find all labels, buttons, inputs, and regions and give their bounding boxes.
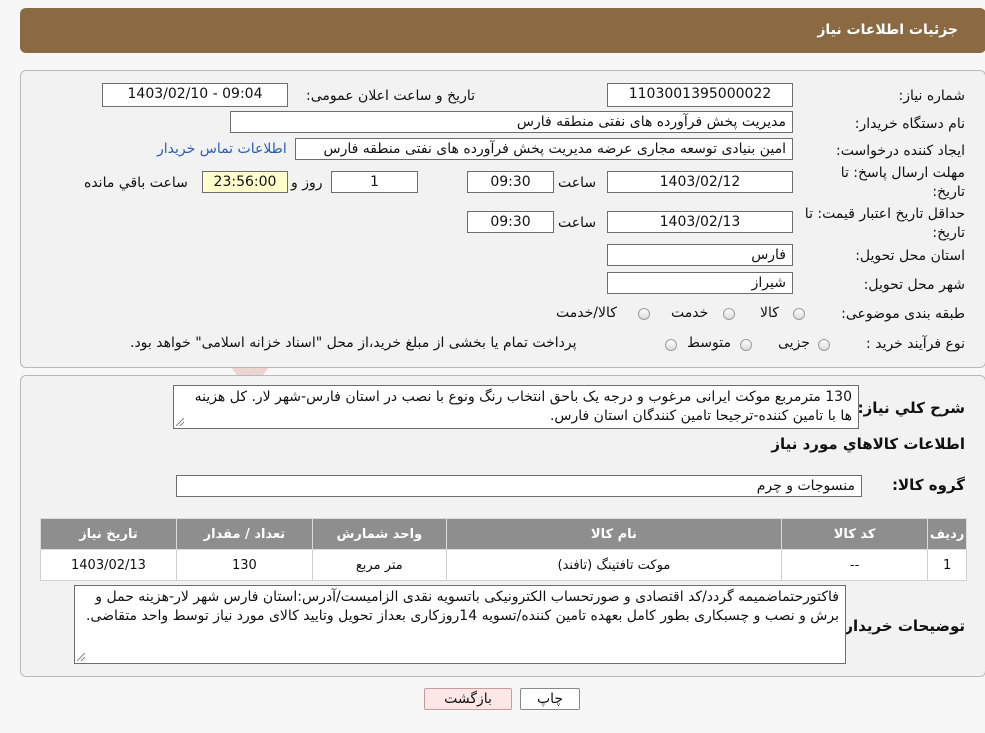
process-option-minor: جزیی bbox=[778, 335, 810, 351]
requester-field: امین بنیادی توسعه مجاری عرضه مدیریت پخش … bbox=[295, 138, 793, 160]
resize-grip-icon[interactable] bbox=[77, 653, 85, 661]
category-label: طبقه بندی موضوعی: bbox=[841, 306, 965, 322]
days-remaining-field: 1 bbox=[331, 171, 418, 193]
category-option-goods-service: کالا/خدمت bbox=[556, 305, 617, 321]
cell-need-date: 1403/02/13 bbox=[40, 549, 177, 581]
buyer-notes-text: فاکتورحتماضمیمه گردد/کد اقتصادی و صورتحس… bbox=[85, 589, 839, 624]
category-radio-goods[interactable] bbox=[793, 308, 805, 320]
cell-quantity: 130 bbox=[175, 549, 313, 581]
deadline-label: مهلت ارسال پاسخ: تا bbox=[840, 165, 965, 181]
process-option-medium: متوسط bbox=[687, 335, 731, 351]
need-number-field: 1103001395000022 bbox=[607, 83, 793, 107]
items-heading: اطلاعات کالاهاي مورد نياز bbox=[771, 435, 965, 453]
col-item-name: نام کالا bbox=[445, 518, 783, 550]
process-label: نوع فرآیند خرید : bbox=[866, 336, 965, 352]
days-label: روز و bbox=[291, 175, 323, 191]
col-quantity: تعداد / مقدار bbox=[175, 518, 313, 550]
buyer-org-field: مدیریت پخش فرآورده های نفتی منطقه فارس bbox=[230, 111, 793, 133]
cell-row-number: 1 bbox=[927, 549, 967, 581]
col-need-date: تاريخ نياز bbox=[40, 518, 177, 550]
process-radio-medium[interactable] bbox=[740, 339, 752, 351]
table-header-row: رديف کد کالا نام کالا واحد شمارش تعداد /… bbox=[40, 518, 967, 550]
province-field: فارس bbox=[607, 244, 793, 266]
back-button[interactable]: بازگشت bbox=[424, 688, 512, 710]
cell-item-code: -- bbox=[781, 549, 929, 581]
treasury-checkbox[interactable] bbox=[665, 339, 677, 351]
category-option-goods: کالا bbox=[760, 305, 779, 321]
buyer-notes-label: توضیحات خریدار: bbox=[838, 617, 965, 635]
page-header: جزئیات اطلاعات نیاز bbox=[20, 8, 985, 53]
page-title: جزئیات اطلاعات نیاز bbox=[817, 22, 958, 38]
resize-grip-icon[interactable] bbox=[176, 418, 184, 426]
process-note: پرداخت تمام یا بخشی از مبلغ خرید،از محل … bbox=[130, 335, 577, 351]
category-option-service: خدمت bbox=[671, 305, 709, 321]
col-row-number: رديف bbox=[927, 518, 967, 550]
validity-label-2: تاریخ: bbox=[932, 225, 965, 241]
cell-unit: متر مربع bbox=[311, 549, 447, 581]
announce-field: 1403/02/10 - 09:04 bbox=[102, 83, 288, 107]
validity-time-label: ساعت bbox=[558, 215, 597, 231]
table-row: 1 -- موکت تافتینگ (تافند) متر مربع 130 1… bbox=[40, 549, 967, 581]
col-unit: واحد شمارش bbox=[311, 518, 447, 550]
deadline-date-field: 1403/02/12 bbox=[607, 171, 793, 193]
deadline-time-label: ساعت bbox=[558, 175, 597, 191]
buyer-notes-textarea[interactable]: فاکتورحتماضمیمه گردد/کد اقتصادی و صورتحس… bbox=[74, 585, 846, 664]
need-number-label: شماره نیاز: bbox=[898, 88, 966, 104]
validity-time-field: 09:30 bbox=[467, 211, 554, 233]
buyer-org-label: نام دستگاه خریدار: bbox=[854, 116, 965, 132]
validity-date-field: 1403/02/13 bbox=[607, 211, 793, 233]
summary-text: 130 مترمربع موکت ایرانی مرغوب و درجه یک … bbox=[194, 389, 852, 424]
process-radio-minor[interactable] bbox=[818, 339, 830, 351]
items-table: رديف کد کالا نام کالا واحد شمارش تعداد /… bbox=[40, 518, 967, 581]
summary-label: شرح کلي نياز: bbox=[857, 399, 965, 417]
remaining-time-field: 23:56:00 bbox=[202, 171, 288, 193]
deadline-time-field: 09:30 bbox=[467, 171, 554, 193]
group-label: گروه کالا: bbox=[892, 476, 965, 494]
col-item-code: کد کالا bbox=[781, 518, 929, 550]
print-button[interactable]: چاپ bbox=[520, 688, 580, 710]
city-label: شهر محل تحویل: bbox=[863, 277, 965, 293]
city-field: شیراز bbox=[607, 272, 793, 294]
announce-label: تاریخ و ساعت اعلان عمومی: bbox=[306, 88, 475, 104]
remaining-label: ساعت باقي مانده bbox=[84, 175, 188, 191]
deadline-label-2: تاریخ: bbox=[932, 184, 965, 200]
group-field: منسوجات و چرم bbox=[176, 475, 862, 497]
requester-label: ایجاد کننده درخواست: bbox=[836, 143, 965, 159]
summary-textarea[interactable]: 130 مترمربع موکت ایرانی مرغوب و درجه یک … bbox=[173, 385, 859, 429]
category-radio-goods-service[interactable] bbox=[638, 308, 650, 320]
validity-label: حداقل تاریخ اعتبار قیمت: تا bbox=[804, 206, 965, 222]
province-label: استان محل تحویل: bbox=[855, 248, 965, 264]
category-radio-service[interactable] bbox=[723, 308, 735, 320]
buyer-contact-link[interactable]: اطلاعات تماس خریدار bbox=[157, 141, 287, 157]
cell-item-name: موکت تافتینگ (تافند) bbox=[445, 549, 783, 581]
